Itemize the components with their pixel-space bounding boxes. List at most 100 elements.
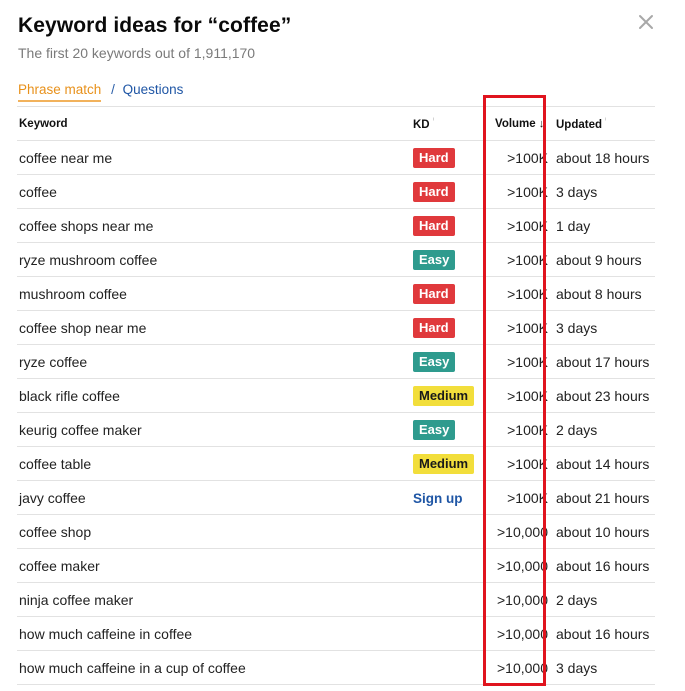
updated-cell: about 16 hours bbox=[552, 548, 655, 583]
table-row[interactable]: ninja coffee maker >10,000 2 days bbox=[17, 582, 655, 617]
updated-cell: 1 day bbox=[552, 208, 655, 243]
column-header-kd-label: KD bbox=[413, 118, 430, 131]
table-row[interactable]: ryze coffee Easy >100K about 17 hours bbox=[17, 344, 655, 379]
kd-cell: Hard bbox=[413, 208, 489, 243]
column-header-updated-label: Updated bbox=[556, 118, 602, 131]
info-icon[interactable]: ⁱ bbox=[605, 116, 606, 125]
updated-cell: 2 days bbox=[552, 582, 655, 617]
close-button[interactable] bbox=[636, 12, 656, 32]
kd-badge-hard[interactable]: Hard bbox=[413, 283, 455, 304]
column-header-kd[interactable]: KD ⁱ bbox=[413, 106, 489, 141]
table-row[interactable]: ryze mushroom coffee Easy >100K about 9 hou… bbox=[17, 242, 655, 277]
table-row[interactable]: coffee near me Hard >100K about 18 hours bbox=[17, 140, 655, 175]
kd-cell: Hard bbox=[413, 276, 489, 311]
keyword-cell[interactable]: coffee maker bbox=[17, 548, 413, 583]
updated-cell: about 21 hours bbox=[552, 480, 655, 515]
table-row[interactable]: coffee shop near me Hard >100K 3 days bbox=[17, 310, 655, 345]
close-icon bbox=[639, 15, 653, 29]
kd-cell: Easy bbox=[413, 344, 489, 379]
keyword-cell[interactable]: javy coffee bbox=[17, 480, 413, 515]
keyword-ideas-panel: Keyword ideas for “coffee” The first 20 … bbox=[0, 0, 685, 691]
keyword-cell[interactable]: coffee bbox=[17, 174, 413, 209]
kd-cell: Hard bbox=[413, 140, 489, 175]
tab-questions[interactable]: Questions bbox=[123, 82, 184, 97]
keyword-cell[interactable]: black rifle coffee bbox=[17, 378, 413, 413]
kd-cell: Easy bbox=[413, 412, 489, 447]
table-row[interactable]: coffee shop >10,000 about 10 hours bbox=[17, 514, 655, 549]
table-row[interactable]: keurig coffee maker Easy >100K 2 days bbox=[17, 412, 655, 447]
keyword-cell[interactable]: coffee shop near me bbox=[17, 310, 413, 345]
info-icon[interactable]: ⁱ bbox=[433, 116, 434, 125]
updated-cell: about 16 hours bbox=[552, 616, 655, 651]
kd-badge-hard[interactable]: Hard bbox=[413, 181, 455, 202]
table-row[interactable]: coffee maker >10,000 about 16 hours bbox=[17, 548, 655, 583]
volume-cell: >100K bbox=[489, 276, 552, 311]
column-header-keyword[interactable]: Keyword bbox=[17, 106, 413, 141]
table-row[interactable]: black rifle coffee Medium >100K about 23 ho… bbox=[17, 378, 655, 413]
column-header-volume[interactable]: Volume ↓ bbox=[489, 106, 552, 141]
table-row[interactable]: how much caffeine in coffee >10,000 about … bbox=[17, 616, 655, 651]
kd-cell: Easy bbox=[413, 242, 489, 277]
kd-badge-hard[interactable]: Hard bbox=[413, 147, 455, 168]
column-header-updated[interactable]: Updated ⁱ bbox=[552, 106, 655, 141]
updated-cell: about 18 hours bbox=[552, 140, 655, 175]
kd-badge-easy[interactable]: Easy bbox=[413, 419, 456, 440]
table-row[interactable]: mushroom coffee Hard >100K about 8 hours bbox=[17, 276, 655, 311]
keyword-cell[interactable]: coffee table bbox=[17, 446, 413, 481]
kd-badge-easy[interactable]: Easy bbox=[413, 351, 456, 372]
keyword-cell[interactable]: coffee near me bbox=[17, 140, 413, 175]
updated-cell: about 10 hours bbox=[552, 514, 655, 549]
updated-cell: 2 days bbox=[552, 412, 655, 447]
column-header-volume-label: Volume bbox=[495, 117, 536, 130]
updated-cell: 3 days bbox=[552, 174, 655, 209]
volume-cell: >100K bbox=[489, 378, 552, 413]
kd-badge-medium[interactable]: Medium bbox=[413, 385, 475, 406]
volume-cell: >100K bbox=[489, 310, 552, 345]
kd-badge-hard[interactable]: Hard bbox=[413, 215, 455, 236]
kd-cell: Medium bbox=[413, 378, 489, 413]
kd-badge-easy[interactable]: Easy bbox=[413, 249, 456, 270]
keyword-cell[interactable]: ninja coffee maker bbox=[17, 582, 413, 617]
keyword-cell[interactable]: mushroom coffee bbox=[17, 276, 413, 311]
volume-cell: >100K bbox=[489, 412, 552, 447]
keyword-cell[interactable]: how much caffeine in coffee bbox=[17, 616, 413, 651]
volume-cell: >100K bbox=[489, 344, 552, 379]
kd-cell: Medium bbox=[413, 446, 489, 481]
keyword-cell[interactable]: coffee shop bbox=[17, 514, 413, 549]
keyword-cell[interactable]: how much caffeine in a cup of coffee bbox=[17, 650, 413, 685]
keyword-cell[interactable]: coffee shops near me bbox=[17, 208, 413, 243]
table-row[interactable]: coffee Hard >100K 3 days bbox=[17, 174, 655, 209]
table-row[interactable]: coffee table Medium >100K about 14 hours bbox=[17, 446, 655, 481]
keyword-cell[interactable]: ryze mushroom coffee bbox=[17, 242, 413, 277]
sort-down-arrow-icon: ↓ bbox=[538, 117, 545, 130]
table-row[interactable]: how much caffeine in a cup of coffee >10,… bbox=[17, 650, 655, 685]
table-header-row: Keyword KD ⁱ Volume ↓ Updated ⁱ bbox=[17, 106, 655, 141]
kd-cell: Hard bbox=[413, 174, 489, 209]
updated-cell: 3 days bbox=[552, 310, 655, 345]
updated-cell: about 23 hours bbox=[552, 378, 655, 413]
updated-cell: about 9 hours bbox=[552, 242, 655, 277]
kd-cell bbox=[413, 616, 489, 651]
volume-cell: >100K bbox=[489, 140, 552, 175]
volume-cell: >10,000 bbox=[489, 582, 552, 617]
keyword-cell[interactable]: keurig coffee maker bbox=[17, 412, 413, 447]
kd-badge-medium[interactable]: Medium bbox=[413, 453, 475, 474]
tab-separator: / bbox=[111, 82, 115, 97]
keyword-cell[interactable]: ryze coffee bbox=[17, 344, 413, 379]
kd-badge-hard[interactable]: Hard bbox=[413, 317, 455, 338]
column-header-keyword-label: Keyword bbox=[19, 117, 68, 130]
table-body: coffee near me Hard >100K about 18 hours cof… bbox=[17, 140, 655, 685]
table-row[interactable]: coffee shops near me Hard >100K 1 day bbox=[17, 208, 655, 243]
sign-up-link[interactable]: Sign up bbox=[413, 491, 463, 506]
tab-phrase-match[interactable]: Phrase match bbox=[18, 82, 102, 102]
kd-cell: Sign up bbox=[413, 480, 489, 515]
volume-cell: >100K bbox=[489, 208, 552, 243]
volume-cell: >100K bbox=[489, 446, 552, 481]
volume-cell: >100K bbox=[489, 480, 552, 515]
kd-cell bbox=[413, 548, 489, 583]
updated-cell: about 17 hours bbox=[552, 344, 655, 379]
table-row[interactable]: javy coffee Sign up >100K about 21 hours bbox=[17, 480, 655, 515]
updated-cell: 3 days bbox=[552, 650, 655, 685]
volume-cell: >10,000 bbox=[489, 514, 552, 549]
volume-cell: >100K bbox=[489, 242, 552, 277]
